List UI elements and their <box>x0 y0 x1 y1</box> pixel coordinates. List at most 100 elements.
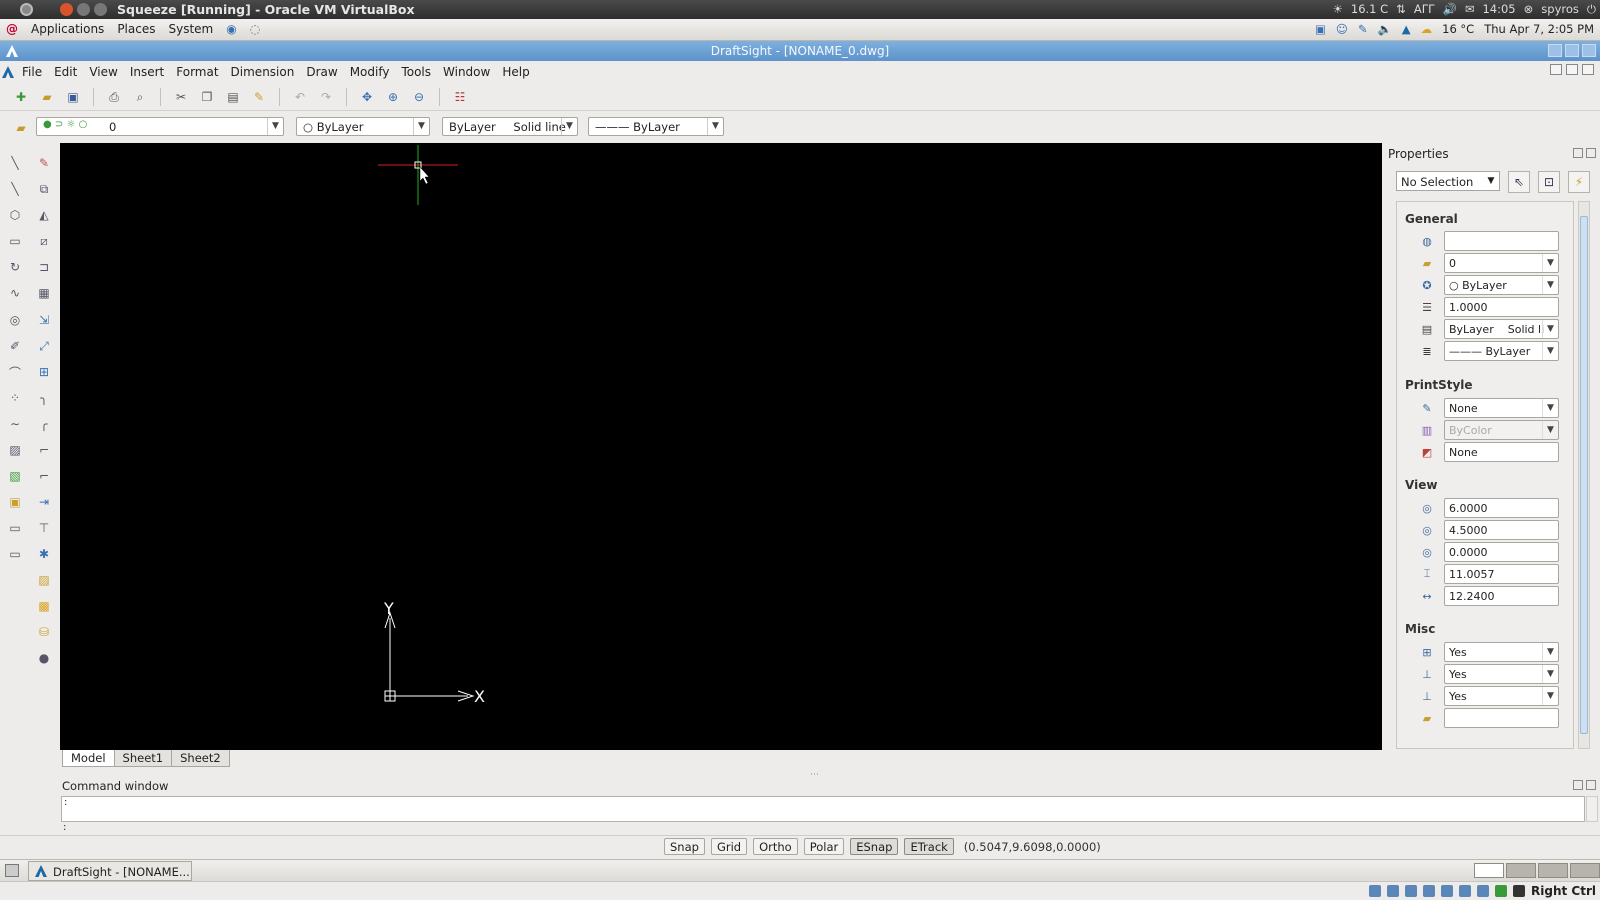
image-icon[interactable]: ▩ <box>36 598 52 614</box>
general-linestyle-field[interactable]: ByLayer Solid li ▼ <box>1444 319 1559 339</box>
general-colorvalue-field[interactable]: ○ ByLayer ▼ <box>1444 275 1559 295</box>
snap-toggle[interactable]: Snap <box>664 838 705 855</box>
host-user[interactable]: spyros <box>1541 2 1579 17</box>
split-icon[interactable]: ⇥ <box>36 494 52 510</box>
freehand-icon[interactable]: ∼ <box>7 416 23 432</box>
polar-toggle[interactable]: Polar <box>803 838 845 855</box>
scale-icon[interactable]: ⤢ <box>36 338 52 354</box>
host-close-button[interactable] <box>60 3 73 16</box>
properties-scroll-thumb[interactable] <box>1580 216 1588 734</box>
menu-window[interactable]: Window <box>437 65 496 79</box>
selection-combo[interactable]: No Selection ▼ <box>1396 171 1500 191</box>
layer-manager-icon[interactable]: ▰ <box>12 119 30 137</box>
ellipse-arc-icon[interactable]: ⌒ <box>7 364 23 380</box>
stretch-icon[interactable]: ⊞ <box>36 364 52 380</box>
misc-ucs-origin-field[interactable]: Yes ▼ <box>1444 664 1559 684</box>
redo-icon[interactable]: ↷ <box>317 88 335 106</box>
array-icon[interactable]: ▦ <box>36 285 52 301</box>
bluetooth-icon[interactable]: ✎ <box>1358 22 1368 36</box>
network-icon[interactable]: ⇅ <box>1396 2 1406 17</box>
misc-ucs-name-field[interactable] <box>1444 708 1559 728</box>
view-width-field[interactable]: 12.2400 <box>1444 586 1559 606</box>
app-maximize-button[interactable] <box>1565 44 1579 57</box>
fillet-icon[interactable]: ⌐ <box>36 442 52 458</box>
doc-close-button[interactable] <box>1582 64 1594 75</box>
circle-icon[interactable]: ◎ <box>7 312 23 328</box>
quick-select-icon[interactable]: ⊡ <box>1538 171 1560 193</box>
polygon-icon[interactable]: ⬡ <box>7 207 23 223</box>
volume-icon[interactable]: 🔊 <box>1443 2 1457 17</box>
misc-ucs-on-field[interactable]: Yes ▼ <box>1444 642 1559 662</box>
host-minimize-button[interactable] <box>77 3 90 16</box>
explode-icon[interactable]: ✱ <box>36 546 52 562</box>
menu-system[interactable]: System <box>168 22 213 36</box>
properties-scrollbar[interactable] <box>1578 201 1590 749</box>
undo-icon[interactable]: ↶ <box>291 88 309 106</box>
doc-minimize-button[interactable] <box>1550 64 1562 75</box>
drawing-canvas[interactable]: Y X <box>60 143 1382 750</box>
color-combo[interactable]: ○ ByLayer ▼ <box>296 117 430 136</box>
menu-edit[interactable]: Edit <box>48 65 83 79</box>
menu-applications[interactable]: Applications <box>31 22 104 36</box>
workspace-4[interactable] <box>1570 863 1600 878</box>
save-icon[interactable]: ▣ <box>64 88 82 106</box>
menu-dimension[interactable]: Dimension <box>225 65 301 79</box>
panel-float-button[interactable] <box>1573 148 1583 158</box>
view-center-z-field[interactable]: 0.0000 <box>1444 542 1559 562</box>
hatch-edit-icon[interactable]: ▨ <box>36 572 52 588</box>
workspace-1[interactable] <box>1474 863 1504 878</box>
printstyle-attached-field[interactable]: None <box>1444 442 1559 462</box>
command-input[interactable]: : <box>61 822 1585 834</box>
cut-icon[interactable]: ✂ <box>172 88 190 106</box>
cmd-float-button[interactable] <box>1573 780 1583 790</box>
host-menu-icon[interactable] <box>20 3 33 16</box>
bomb-icon[interactable]: ● <box>36 650 52 666</box>
power-icon[interactable]: ⏻ <box>1587 2 1596 17</box>
etrack-toggle[interactable]: ETrack <box>904 838 954 855</box>
hdd-icon[interactable] <box>1369 885 1382 897</box>
infinite-line-icon[interactable]: ╲ <box>7 181 23 197</box>
volume-panel-icon[interactable]: 🔈 <box>1377 22 1391 36</box>
menu-tools[interactable]: Tools <box>395 65 437 79</box>
explode-text-icon[interactable]: ⊤ <box>36 520 52 536</box>
note-icon[interactable]: ▭ <box>7 520 23 536</box>
menu-modify[interactable]: Modify <box>344 65 396 79</box>
network-manager-icon[interactable]: ▣ <box>1315 22 1326 36</box>
view-center-x-field[interactable]: 6.0000 <box>1444 498 1559 518</box>
select-entities-icon[interactable]: ⇖ <box>1508 171 1530 193</box>
menu-format[interactable]: Format <box>170 65 224 79</box>
draftsight-logo-icon[interactable] <box>2 66 14 78</box>
toggle-pickadd-icon[interactable]: ⚡ <box>1568 171 1590 193</box>
menu-view[interactable]: View <box>83 65 123 79</box>
mouse-integration-icon[interactable] <box>1495 885 1508 897</box>
optical-drive-icon[interactable] <box>1387 885 1400 897</box>
general-scale-field[interactable]: 1.0000 <box>1444 297 1559 317</box>
point-icon[interactable]: ⁘ <box>7 390 23 406</box>
panel-close-button[interactable] <box>1586 148 1596 158</box>
keyboard-layout[interactable]: ΑΓΓ <box>1414 2 1435 17</box>
copy-icon[interactable]: ❐ <box>198 88 216 106</box>
move-icon[interactable]: ⇲ <box>36 312 52 328</box>
zoom-previous-icon[interactable]: ⊖ <box>410 88 428 106</box>
menu-file[interactable]: File <box>16 65 48 79</box>
usb-icon[interactable] <box>1405 885 1418 897</box>
hatch-icon[interactable]: ▨ <box>7 442 23 458</box>
workspace-3[interactable] <box>1538 863 1568 878</box>
debian-logo-icon[interactable]: @ <box>6 22 18 36</box>
menu-places[interactable]: Places <box>117 22 155 36</box>
view-center-y-field[interactable]: 4.5000 <box>1444 520 1559 540</box>
tab-sheet1[interactable]: Sheet1 <box>113 750 173 767</box>
shared-folders-icon[interactable] <box>1441 885 1454 897</box>
general-lineweight-field[interactable]: ——— ByLayer ▼ <box>1444 341 1559 361</box>
menu-help[interactable]: Help <box>496 65 535 79</box>
tab-sheet2[interactable]: Sheet2 <box>171 750 230 767</box>
block-icon[interactable]: ▧ <box>7 468 23 484</box>
match-properties-icon[interactable]: ✎ <box>250 88 268 106</box>
keyboard-capture-icon[interactable] <box>1513 885 1526 897</box>
cmd-close-button[interactable] <box>1586 780 1596 790</box>
extend-icon[interactable]: ╭ <box>36 416 52 432</box>
ortho-toggle[interactable]: Ortho <box>753 838 798 855</box>
layer-combo[interactable]: ● ⊃ ☼ ○ 0 ▼ <box>36 117 284 136</box>
show-desktop-icon[interactable] <box>5 864 19 877</box>
print-icon[interactable]: ⎙ <box>105 88 123 106</box>
